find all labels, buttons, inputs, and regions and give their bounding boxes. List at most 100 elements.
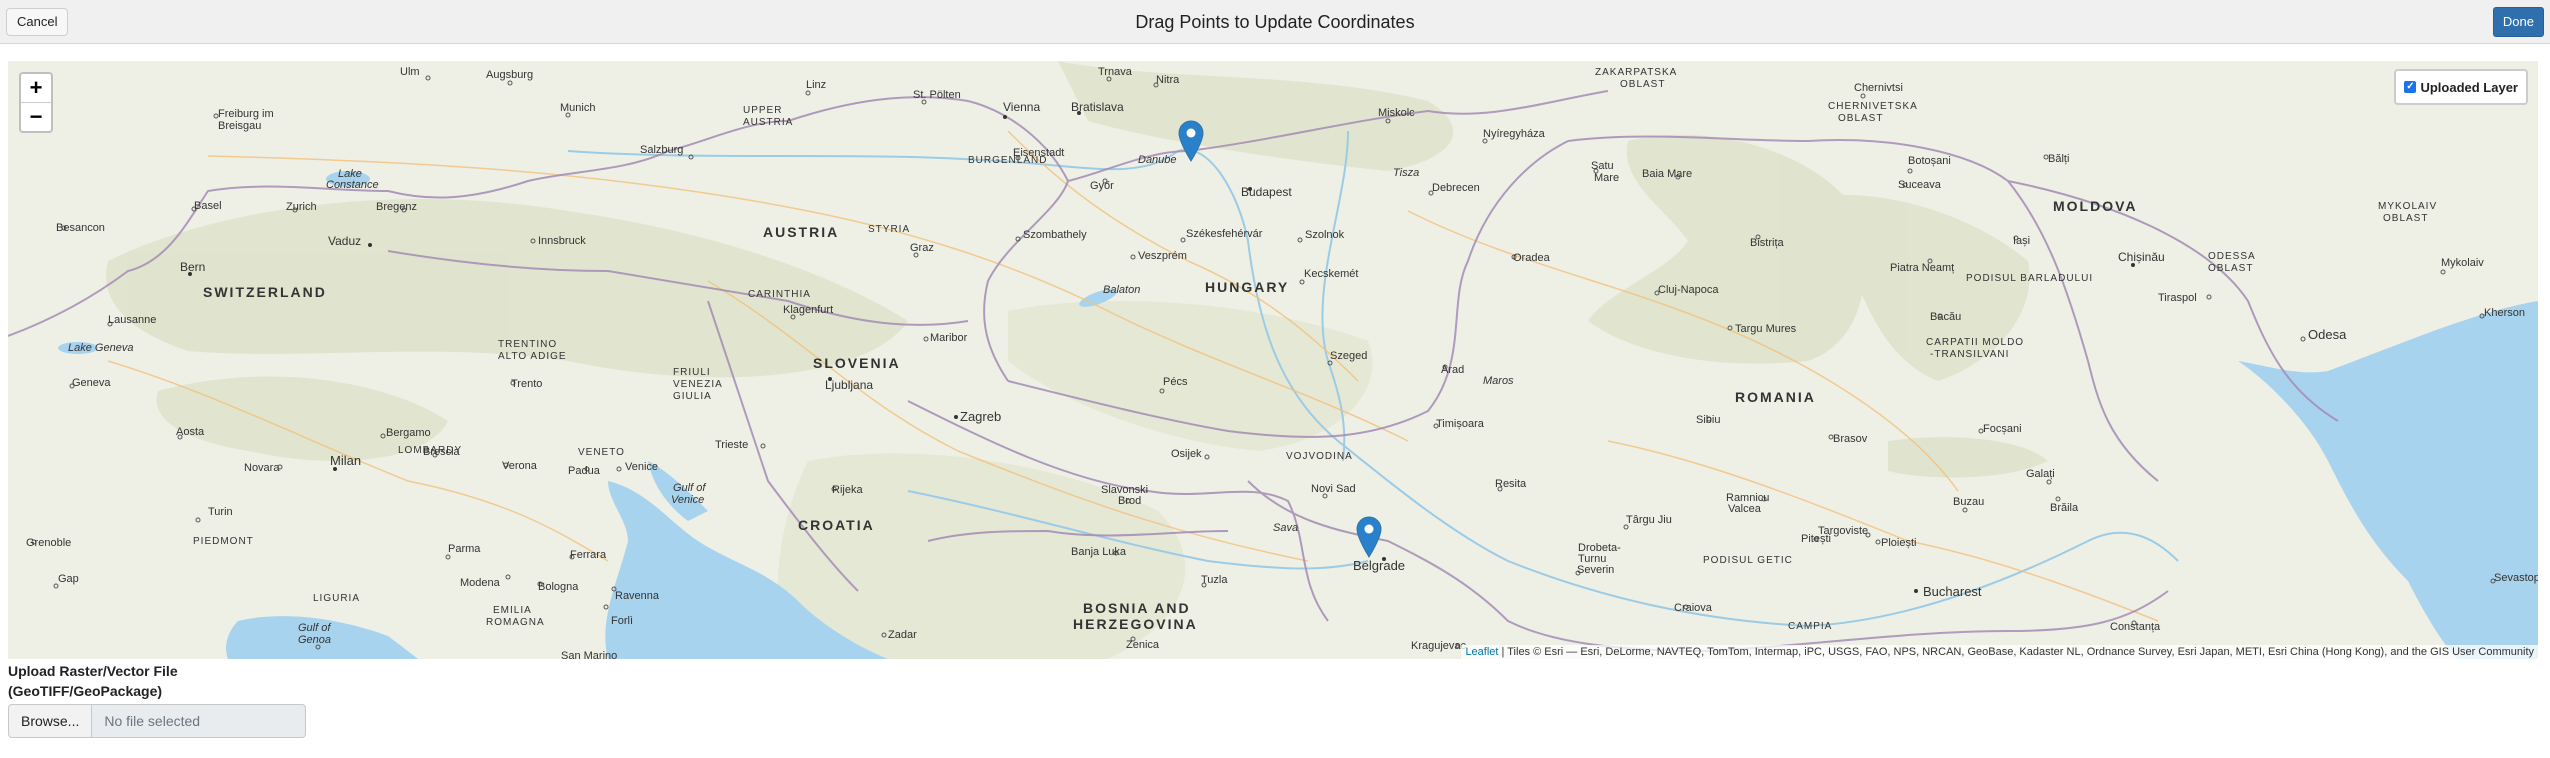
- svg-text:Grenoble: Grenoble: [26, 537, 71, 549]
- label-moldova: MOLDOVA: [2053, 198, 2138, 214]
- svg-text:Craiova: Craiova: [1674, 602, 1713, 614]
- svg-text:Zagreb: Zagreb: [960, 409, 1001, 424]
- svg-text:UPPER: UPPER: [743, 105, 782, 116]
- svg-text:GIULIA: GIULIA: [673, 391, 712, 402]
- svg-text:Vienna: Vienna: [1003, 100, 1040, 114]
- svg-text:Aosta: Aosta: [176, 426, 205, 438]
- svg-text:Mykolaiv: Mykolaiv: [2441, 257, 2484, 269]
- label-austria: AUSTRIA: [763, 224, 839, 240]
- svg-text:Baia Mare: Baia Mare: [1642, 168, 1692, 180]
- zoom-control: + −: [19, 72, 53, 133]
- label-hungary: HUNGARY: [1205, 279, 1289, 295]
- svg-text:Lake Geneva: Lake Geneva: [68, 342, 133, 354]
- svg-text:Sevastopol: Sevastopol: [2494, 572, 2538, 584]
- svg-text:OBLAST: OBLAST: [1620, 79, 1665, 90]
- svg-text:VOJVODINA: VOJVODINA: [1286, 451, 1353, 462]
- svg-text:Brasov: Brasov: [1833, 433, 1868, 445]
- leaflet-link[interactable]: Leaflet: [1465, 646, 1498, 658]
- label-bosnia-1: BOSNIA AND: [1083, 600, 1191, 616]
- svg-text:Bălți: Bălți: [2048, 153, 2069, 165]
- svg-text:Geneva: Geneva: [72, 377, 111, 389]
- svg-text:ZAKARPATSKA: ZAKARPATSKA: [1595, 67, 1677, 78]
- svg-text:STYRIA: STYRIA: [868, 224, 910, 235]
- svg-text:Maros: Maros: [1483, 375, 1514, 387]
- svg-text:Targu Mures: Targu Mures: [1735, 323, 1797, 335]
- svg-text:Iași: Iași: [2013, 235, 2030, 247]
- svg-text:CHERNIVETSKA: CHERNIVETSKA: [1828, 101, 1918, 112]
- svg-text:FRIULI: FRIULI: [673, 367, 711, 378]
- svg-text:Novara: Novara: [244, 462, 280, 474]
- svg-text:EMILIA: EMILIA: [493, 605, 532, 616]
- svg-text:Linz: Linz: [806, 79, 826, 91]
- svg-text:Győr: Győr: [1090, 180, 1114, 192]
- done-button[interactable]: Done: [2492, 7, 2544, 37]
- svg-text:Sava: Sava: [1273, 522, 1298, 534]
- file-input[interactable]: Browse... No file selected: [8, 704, 307, 738]
- label-switzerland: SWITZERLAND: [203, 284, 327, 300]
- layer-control: ✓ Uploaded Layer: [2394, 69, 2528, 105]
- svg-text:St. Pölten: St. Pölten: [913, 89, 961, 101]
- svg-text:Gulf of: Gulf of: [673, 482, 706, 494]
- svg-text:Lausanne: Lausanne: [108, 314, 156, 326]
- svg-text:Innsbruck: Innsbruck: [538, 235, 586, 247]
- svg-text:Banja Luka: Banja Luka: [1071, 546, 1127, 558]
- zoom-out-button[interactable]: −: [21, 102, 51, 131]
- svg-text:Constanța: Constanța: [2110, 621, 2161, 633]
- svg-text:Chișinău: Chișinău: [2118, 250, 2165, 264]
- svg-text:PIEDMONT: PIEDMONT: [193, 536, 254, 547]
- svg-text:VENEZIA: VENEZIA: [673, 379, 723, 390]
- svg-text:Arad: Arad: [1441, 364, 1464, 376]
- svg-text:Trento: Trento: [511, 378, 542, 390]
- svg-text:Botoșani: Botoșani: [1908, 155, 1951, 167]
- svg-text:AUSTRIA: AUSTRIA: [743, 117, 793, 128]
- dialog-title: Drag Points to Update Coordinates: [1135, 12, 1415, 32]
- svg-text:Ravenna: Ravenna: [615, 590, 660, 602]
- svg-text:Zadar: Zadar: [888, 629, 917, 641]
- svg-text:MYKOLAIV: MYKOLAIV: [2378, 201, 2437, 212]
- svg-text:Trieste: Trieste: [715, 439, 748, 451]
- svg-text:VENETO: VENETO: [578, 447, 625, 458]
- svg-text:Ulm: Ulm: [400, 66, 420, 78]
- svg-text:Odesa: Odesa: [2308, 327, 2347, 342]
- layer-label: Uploaded Layer: [2420, 79, 2518, 95]
- svg-text:Bucharest: Bucharest: [1923, 584, 1982, 599]
- svg-text:Eisenstadt: Eisenstadt: [1013, 147, 1064, 159]
- attribution-text: | Tiles © Esri — Esri, DeLorme, NAVTEQ, …: [1498, 646, 2534, 658]
- svg-text:Valcea: Valcea: [1728, 503, 1762, 515]
- svg-text:CARINTHIA: CARINTHIA: [748, 289, 811, 300]
- svg-text:Maribor: Maribor: [930, 332, 968, 344]
- svg-text:Buzau: Buzau: [1953, 496, 1984, 508]
- svg-text:Ploiești: Ploiești: [1881, 537, 1916, 549]
- svg-text:Venice: Venice: [671, 494, 704, 506]
- svg-text:Veszprém: Veszprém: [1138, 250, 1187, 262]
- svg-text:Augsburg: Augsburg: [486, 69, 533, 81]
- map-view[interactable]: SWITZERLAND AUSTRIA SLOVENIA CROATIA HUN…: [8, 61, 2538, 659]
- svg-text:Timișoara: Timișoara: [1436, 418, 1485, 430]
- svg-text:ALTO ADIGE: ALTO ADIGE: [498, 351, 567, 362]
- svg-text:Besancon: Besancon: [56, 222, 105, 234]
- header-bar: Cancel Drag Points to Update Coordinates…: [0, 0, 2550, 44]
- svg-text:PODISUL GETIC: PODISUL GETIC: [1703, 555, 1793, 566]
- svg-text:Kecskemét: Kecskemét: [1304, 268, 1358, 280]
- svg-text:Tuzla: Tuzla: [1201, 574, 1228, 586]
- label-bosnia-2: HERZEGOVINA: [1073, 616, 1198, 632]
- svg-text:ROMAGNA: ROMAGNA: [486, 617, 545, 628]
- svg-text:Balaton: Balaton: [1103, 284, 1140, 296]
- svg-text:-TRANSILVANI: -TRANSILVANI: [1930, 349, 2009, 360]
- svg-text:Târgu Jiu: Târgu Jiu: [1626, 514, 1672, 526]
- svg-text:Genoa: Genoa: [298, 634, 331, 646]
- layer-checkbox[interactable]: ✓: [2404, 81, 2417, 93]
- zoom-in-button[interactable]: +: [21, 74, 51, 102]
- svg-text:Suceava: Suceava: [1898, 179, 1942, 191]
- svg-text:Danube: Danube: [1138, 154, 1177, 166]
- svg-text:Nitra: Nitra: [1156, 74, 1180, 86]
- svg-text:Ferrara: Ferrara: [570, 549, 607, 561]
- svg-text:Gulf of: Gulf of: [298, 622, 331, 634]
- svg-text:Bergamo: Bergamo: [386, 427, 431, 439]
- browse-button[interactable]: Browse...: [8, 704, 93, 738]
- svg-text:OBLAST: OBLAST: [2383, 213, 2428, 224]
- svg-text:ODESSA: ODESSA: [2208, 251, 2256, 262]
- svg-text:Focșani: Focșani: [1983, 423, 2022, 435]
- svg-text:Basel: Basel: [194, 200, 222, 212]
- svg-text:Milan: Milan: [330, 453, 361, 468]
